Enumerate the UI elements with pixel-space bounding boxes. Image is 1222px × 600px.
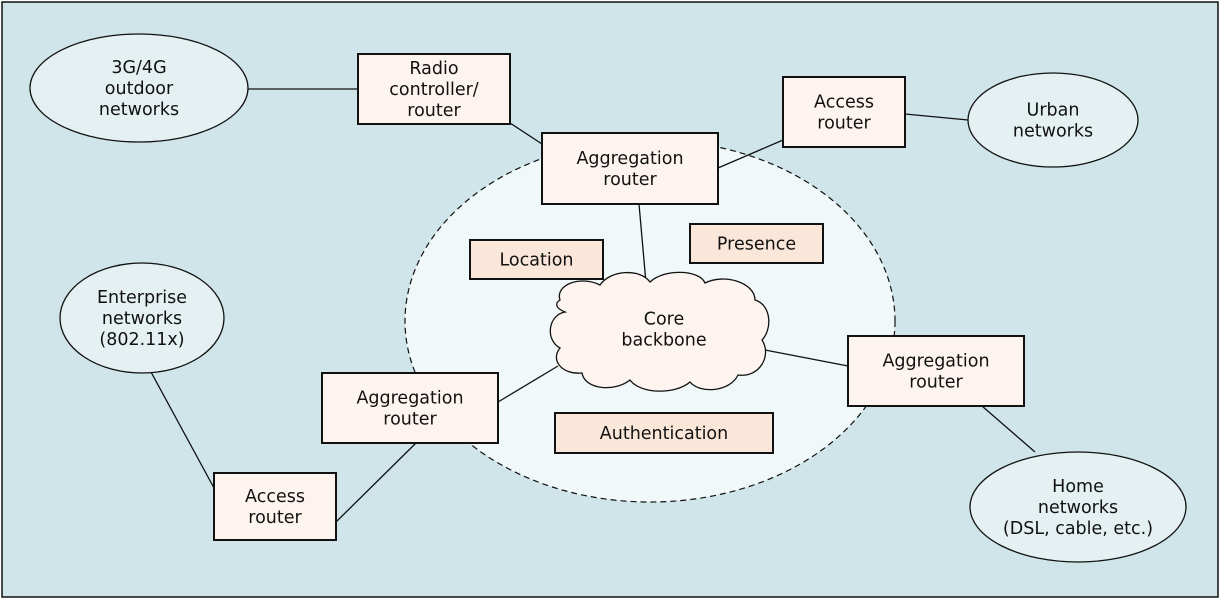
service-presence: Presence: [689, 223, 824, 264]
node-label-line: router: [909, 373, 963, 393]
node-label-line: Radio: [409, 59, 458, 79]
node-label-line: Urban: [1027, 101, 1080, 121]
node-label-line: controller/: [389, 80, 478, 100]
service-authentication: Authentication: [554, 412, 774, 454]
service-label: Authentication: [600, 424, 728, 444]
node-label-line: Aggregation: [576, 149, 683, 169]
network-home: Homenetworks(DSL, cable, etc.): [969, 451, 1187, 563]
service-label: Presence: [717, 235, 796, 255]
node-label-line: 3G/4G: [111, 58, 166, 78]
node-label-line: networks: [99, 100, 179, 120]
router-agg-top: Aggregationrouter: [541, 132, 719, 205]
node-label-line: backbone: [621, 331, 706, 351]
router-agg-left: Aggregationrouter: [321, 372, 499, 444]
node-label-line: Home: [1052, 477, 1104, 497]
router-radio: Radiocontroller/router: [357, 53, 511, 125]
network-diagram: 3G/4Goutdoornetworks UrbannetworksEnterpr…: [1, 1, 1219, 598]
node-label-line: Core: [644, 310, 685, 330]
node-label-line: networks: [1038, 498, 1118, 518]
network-urban: Urbannetworks: [967, 72, 1139, 168]
service-label: Location: [499, 251, 573, 271]
node-label-line: Enterprise: [97, 288, 187, 308]
node-label-line: router: [817, 114, 871, 134]
node-label-line: (802.11x): [99, 330, 184, 350]
node-label-line: networks: [102, 309, 182, 329]
service-location: Location: [469, 239, 604, 280]
node-label-line: router: [603, 170, 657, 190]
node-label-line: router: [407, 101, 461, 121]
node-label-line: Access: [245, 487, 305, 507]
node-label-line: outdoor: [105, 79, 174, 99]
router-agg-right: Aggregationrouter: [847, 335, 1025, 407]
core-backbone-cloud: Corebackbone: [549, 271, 770, 392]
node-label-line: (DSL, cable, etc.): [1003, 519, 1153, 539]
node-label-line: networks: [1013, 122, 1093, 142]
node-label-line: Aggregation: [882, 352, 989, 372]
router-access-bottom: Accessrouter: [213, 472, 337, 541]
node-label-line: router: [248, 508, 302, 528]
node-label-line: Aggregation: [356, 389, 463, 409]
network-enterprise: Enterprisenetworks(802.11x): [59, 262, 225, 374]
node-label-line: Access: [814, 93, 874, 113]
node-label-line: router: [383, 410, 437, 430]
network-outdoor: 3G/4Goutdoornetworks: [29, 33, 249, 143]
router-access-top: Accessrouter: [782, 76, 906, 148]
